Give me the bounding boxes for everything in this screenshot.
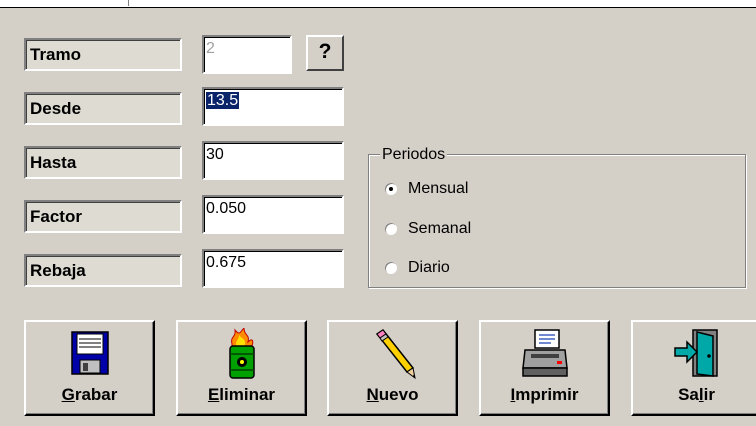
radio-selected-dot	[389, 187, 393, 191]
title-strip	[0, 0, 756, 8]
factor-label: Factor	[24, 200, 182, 233]
title-strip-mark	[128, 0, 129, 6]
desde-value: 13.5	[206, 92, 240, 109]
eliminar-button[interactable]: Eliminar	[176, 320, 307, 416]
imprimir-label: Imprimir	[510, 385, 579, 404]
hasta-field[interactable]: 30	[202, 141, 344, 180]
pencil-icon	[375, 328, 416, 380]
rebaja-value: 0.675	[204, 251, 342, 286]
burning-trash-barrel-icon	[228, 328, 255, 379]
hasta-label-text: Hasta	[26, 148, 180, 177]
periodos-title: Periodos	[380, 146, 448, 164]
radio-mensual-label[interactable]: Mensual	[408, 178, 468, 200]
grabar-label: Grabar	[61, 385, 118, 404]
tramo-value: 2	[204, 37, 290, 72]
tramos-dialog: Tramo Desde Hasta Factor Rebaja 2 13.5 3…	[0, 0, 756, 426]
rebaja-label-text: Rebaja	[26, 256, 180, 285]
factor-label-text: Factor	[26, 202, 180, 231]
exit-door-icon	[673, 329, 718, 377]
radio-mensual-circle[interactable]	[384, 182, 398, 196]
tramo-label-text: Tramo	[26, 40, 180, 69]
tramo-field[interactable]: 2	[202, 35, 292, 74]
desde-label-text: Desde	[26, 94, 180, 123]
nuevo-label: Nuevo	[366, 385, 419, 404]
imprimir-button[interactable]: Imprimir	[479, 320, 610, 416]
desde-field[interactable]: 13.5	[202, 87, 344, 126]
factor-field[interactable]: 0.050	[202, 195, 344, 234]
rebaja-label: Rebaja	[24, 254, 182, 287]
help-button[interactable]: ?	[306, 35, 344, 71]
grabar-button[interactable]: Grabar	[24, 320, 155, 416]
hasta-value: 30	[204, 143, 342, 178]
factor-value: 0.050	[204, 197, 342, 232]
radio-diario-label[interactable]: Diario	[408, 257, 450, 279]
nuevo-button[interactable]: Nuevo	[327, 320, 458, 416]
salir-label: Salir	[678, 385, 715, 404]
radio-semanal-label[interactable]: Semanal	[408, 218, 471, 240]
tramo-label: Tramo	[24, 38, 182, 71]
radio-semanal-circle[interactable]	[384, 222, 398, 236]
printer-icon	[521, 329, 568, 377]
radio-diario-circle[interactable]	[384, 261, 398, 275]
desde-label: Desde	[24, 92, 182, 125]
hasta-label: Hasta	[24, 146, 182, 179]
salir-button[interactable]: Salir	[631, 320, 756, 416]
floppy-disk-icon	[70, 331, 109, 375]
rebaja-field[interactable]: 0.675	[202, 249, 344, 288]
eliminar-label: Eliminar	[207, 385, 276, 404]
